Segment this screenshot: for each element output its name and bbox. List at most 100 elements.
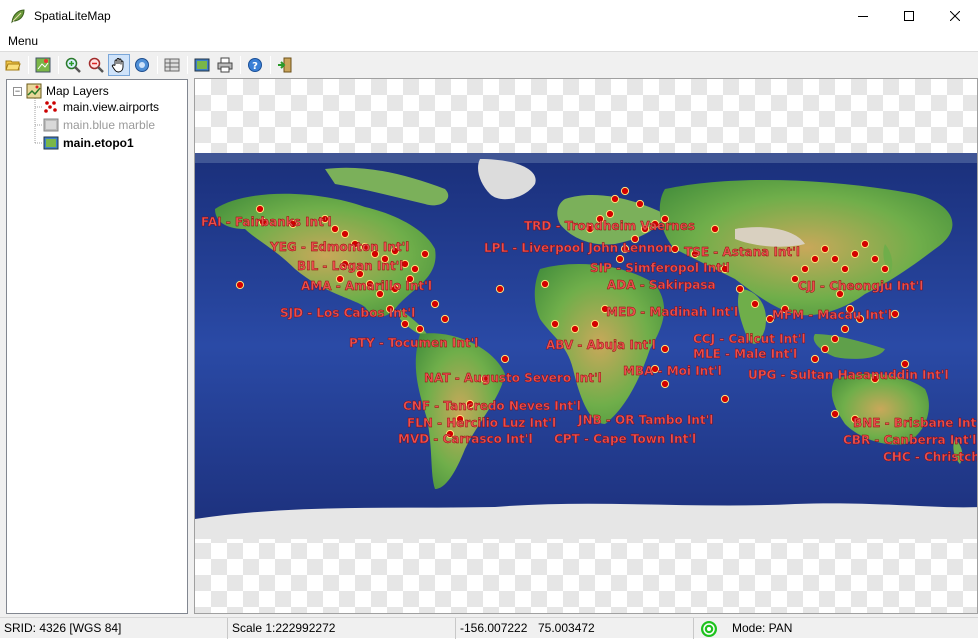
airport-point [880, 264, 890, 274]
airport-point [840, 324, 850, 334]
airport-point [820, 344, 830, 354]
airport-point [810, 254, 820, 264]
airport-point [440, 314, 450, 324]
airport-point [830, 409, 840, 419]
airport-point [610, 194, 620, 204]
airport-label: UPG - Sultan Hasanuddin Int'l [748, 368, 949, 382]
minimize-icon [858, 15, 868, 17]
maximize-icon [904, 10, 914, 21]
open-button[interactable] [2, 54, 24, 76]
airport-point [820, 244, 830, 254]
airport-label: CHC - Christchurch Int'l [883, 450, 978, 464]
table-button[interactable] [161, 54, 183, 76]
toolbar-separator [187, 55, 188, 74]
airport-point [330, 224, 340, 234]
airport-label: MED - Madinah Int'l [606, 305, 738, 319]
svg-text:?: ? [252, 61, 258, 72]
airport-point [830, 254, 840, 264]
airport-point [670, 244, 680, 254]
add-layer-icon [35, 57, 51, 72]
airport-point [800, 264, 810, 274]
print-button[interactable] [214, 54, 236, 76]
add-layer-button[interactable] [32, 54, 54, 76]
airport-label: PTY - Tocumen Int'l [349, 336, 478, 350]
airport-label: AMA - Amarillo Int'l [301, 279, 432, 293]
airport-label: MFM - Macau Int'l [772, 308, 892, 322]
airport-label: CJJ - Cheongju Int'l [798, 279, 923, 293]
airport-point [605, 209, 615, 219]
airport-point [415, 324, 425, 334]
identify-button[interactable] [131, 54, 153, 76]
srid-status: SRID: 4326 [WGS 84] [0, 618, 228, 639]
airport-point [810, 354, 820, 364]
pan-button[interactable] [108, 53, 130, 76]
airport-point [340, 229, 350, 239]
airport-label: CNF - Tancredo Neves Int'l [403, 399, 581, 413]
airport-point [850, 249, 860, 259]
leaf-map-icon [11, 8, 25, 23]
close-button[interactable] [932, 0, 978, 31]
layers-tree[interactable]: − Map Layers main.view.airports main.blu… [6, 79, 188, 614]
airport-point [235, 280, 245, 290]
airport-point [570, 324, 580, 334]
airport-label: CBR - Canberra Int'l [843, 433, 976, 447]
airport-label: TSE - Astana Int'l [684, 245, 800, 259]
airport-label: ADA - Sakirpasa [607, 278, 716, 292]
layer-item-airports[interactable]: main.view.airports [43, 98, 159, 116]
airport-label: NAT - Augusto Severo Int'l [424, 371, 602, 385]
airport-point [720, 394, 730, 404]
mode-status: Mode: PAN [732, 621, 793, 635]
title-bar[interactable]: SpatiaLiteMap [0, 0, 978, 31]
menu-bar: Menu [0, 31, 978, 51]
airport-label: FAI - Fairbanks Int'l [201, 215, 332, 229]
airport-label: JNB - OR Tambo Int'l [577, 413, 713, 427]
airport-point [590, 319, 600, 329]
zoom-out-button[interactable] [85, 54, 107, 76]
status-bar: SRID: 4326 [WGS 84] Scale 1:222992272 -1… [0, 617, 978, 639]
exit-button[interactable] [274, 54, 296, 76]
world-map[interactable]: FAI - Fairbanks Int'l YEG - Edmonton Int'… [195, 79, 978, 614]
layer-item-blue-marble[interactable]: main.blue marble [43, 116, 155, 134]
toolbar-separator [270, 55, 271, 74]
pan-hand-icon [111, 57, 124, 72]
minimize-button[interactable] [840, 0, 886, 31]
print-icon [217, 57, 233, 72]
airport-point [540, 279, 550, 289]
toolbar-separator [240, 55, 241, 74]
layer-item-etopo1[interactable]: main.etopo1 [43, 134, 134, 152]
airport-point [750, 299, 760, 309]
layer-label: main.view.airports [63, 100, 160, 114]
image-icon [194, 58, 210, 71]
zoom-in-button[interactable] [62, 54, 84, 76]
airport-point [635, 199, 645, 209]
collapse-toggle[interactable]: − [13, 86, 22, 96]
maximize-button[interactable] [886, 0, 932, 31]
image-button[interactable] [191, 54, 213, 76]
help-icon: ? [248, 57, 262, 72]
airport-label: TRD - Trondheim Vaernes [524, 219, 695, 233]
airport-point [420, 249, 430, 259]
airport-point [735, 284, 745, 294]
airport-point [430, 299, 440, 309]
airport-label: SIP - Simferopol Int'l [590, 261, 730, 275]
airport-point [255, 204, 265, 214]
airport-label: MLE - Male Int'l [693, 347, 797, 361]
open-folder-icon [5, 60, 21, 70]
raster-layer-icon [43, 136, 59, 150]
zoom-in-icon [65, 57, 81, 73]
airport-label: ABV - Abuja Int'l [546, 338, 656, 352]
longitude-status: -156.007222 [460, 621, 528, 635]
window-title: SpatiaLiteMap [34, 8, 111, 23]
airport-label: FLN - Hercilio Luz Int'l [407, 416, 556, 430]
toolbar-separator [157, 55, 158, 74]
exit-icon [278, 57, 292, 72]
map-canvas[interactable]: FAI - Fairbanks Int'l YEG - Edmonton Int'… [194, 78, 978, 614]
help-button[interactable]: ? [244, 54, 266, 76]
toolbar-separator [28, 55, 29, 74]
menu-item-menu[interactable]: Menu [0, 31, 46, 51]
window-controls [840, 0, 978, 31]
airport-point [710, 224, 720, 234]
raster-layer-icon [43, 118, 59, 132]
gps-status-icon [701, 621, 717, 637]
airport-point [660, 344, 670, 354]
